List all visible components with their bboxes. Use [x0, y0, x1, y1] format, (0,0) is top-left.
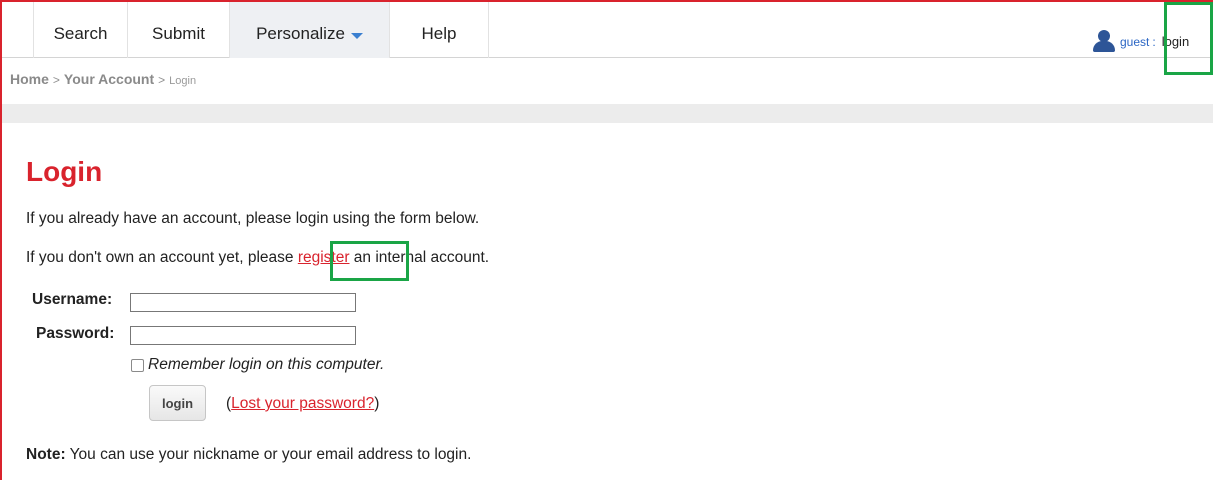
- user-icon: [1092, 30, 1116, 52]
- breadcrumb-home[interactable]: Home: [10, 71, 49, 87]
- intro-text: If you already have an account, please l…: [26, 210, 480, 227]
- remember-label[interactable]: Remember login on this computer.: [148, 356, 384, 374]
- user-separator: :: [1152, 35, 1156, 49]
- tab-help[interactable]: Help: [390, 2, 489, 58]
- highlight-box-register: [330, 241, 409, 281]
- remember-option: Remember login on this computer.: [131, 356, 384, 374]
- username-text[interactable]: guest: [1120, 35, 1149, 49]
- top-navigation: Search Submit Personalize Help guest : l…: [2, 2, 1213, 58]
- note-text: Note: You can use your nickname or your …: [26, 446, 471, 464]
- register-pre-text: If you don't own an account yet, please: [26, 249, 298, 266]
- tab-personalize[interactable]: Personalize: [230, 2, 390, 58]
- tab-submit-label: Submit: [152, 24, 205, 43]
- lost-close-paren: ): [374, 395, 380, 412]
- tab-search[interactable]: Search: [33, 2, 128, 58]
- username-field[interactable]: [130, 293, 356, 312]
- highlight-box-login: [1164, 2, 1213, 75]
- username-label: Username:: [32, 291, 113, 308]
- breadcrumb-your-account[interactable]: Your Account: [64, 71, 154, 87]
- tab-search-label: Search: [53, 24, 108, 43]
- login-button[interactable]: login: [149, 385, 206, 421]
- breadcrumb-current: Login: [169, 75, 197, 87]
- remember-checkbox[interactable]: [131, 358, 144, 372]
- password-field[interactable]: [130, 326, 356, 345]
- breadcrumb-separator: >: [158, 73, 166, 87]
- breadcrumb-separator: >: [52, 73, 60, 87]
- lost-password-link[interactable]: Lost your password?: [231, 395, 374, 412]
- tab-submit[interactable]: Submit: [128, 2, 230, 58]
- tab-help-label: Help: [421, 24, 457, 43]
- note-body: You can use your nickname or your email …: [65, 446, 472, 463]
- page-title: Login: [26, 156, 103, 187]
- divider-band: [2, 104, 1213, 123]
- note-label: Note:: [26, 446, 66, 463]
- password-label: Password:: [36, 325, 115, 342]
- breadcrumb: Home > Your Account > Login: [10, 71, 196, 87]
- lost-password: (Lost your password?): [226, 395, 379, 413]
- tab-personalize-label: Personalize: [256, 24, 345, 43]
- register-text: If you don't own an account yet, please …: [26, 249, 489, 267]
- chevron-down-icon: [350, 33, 363, 39]
